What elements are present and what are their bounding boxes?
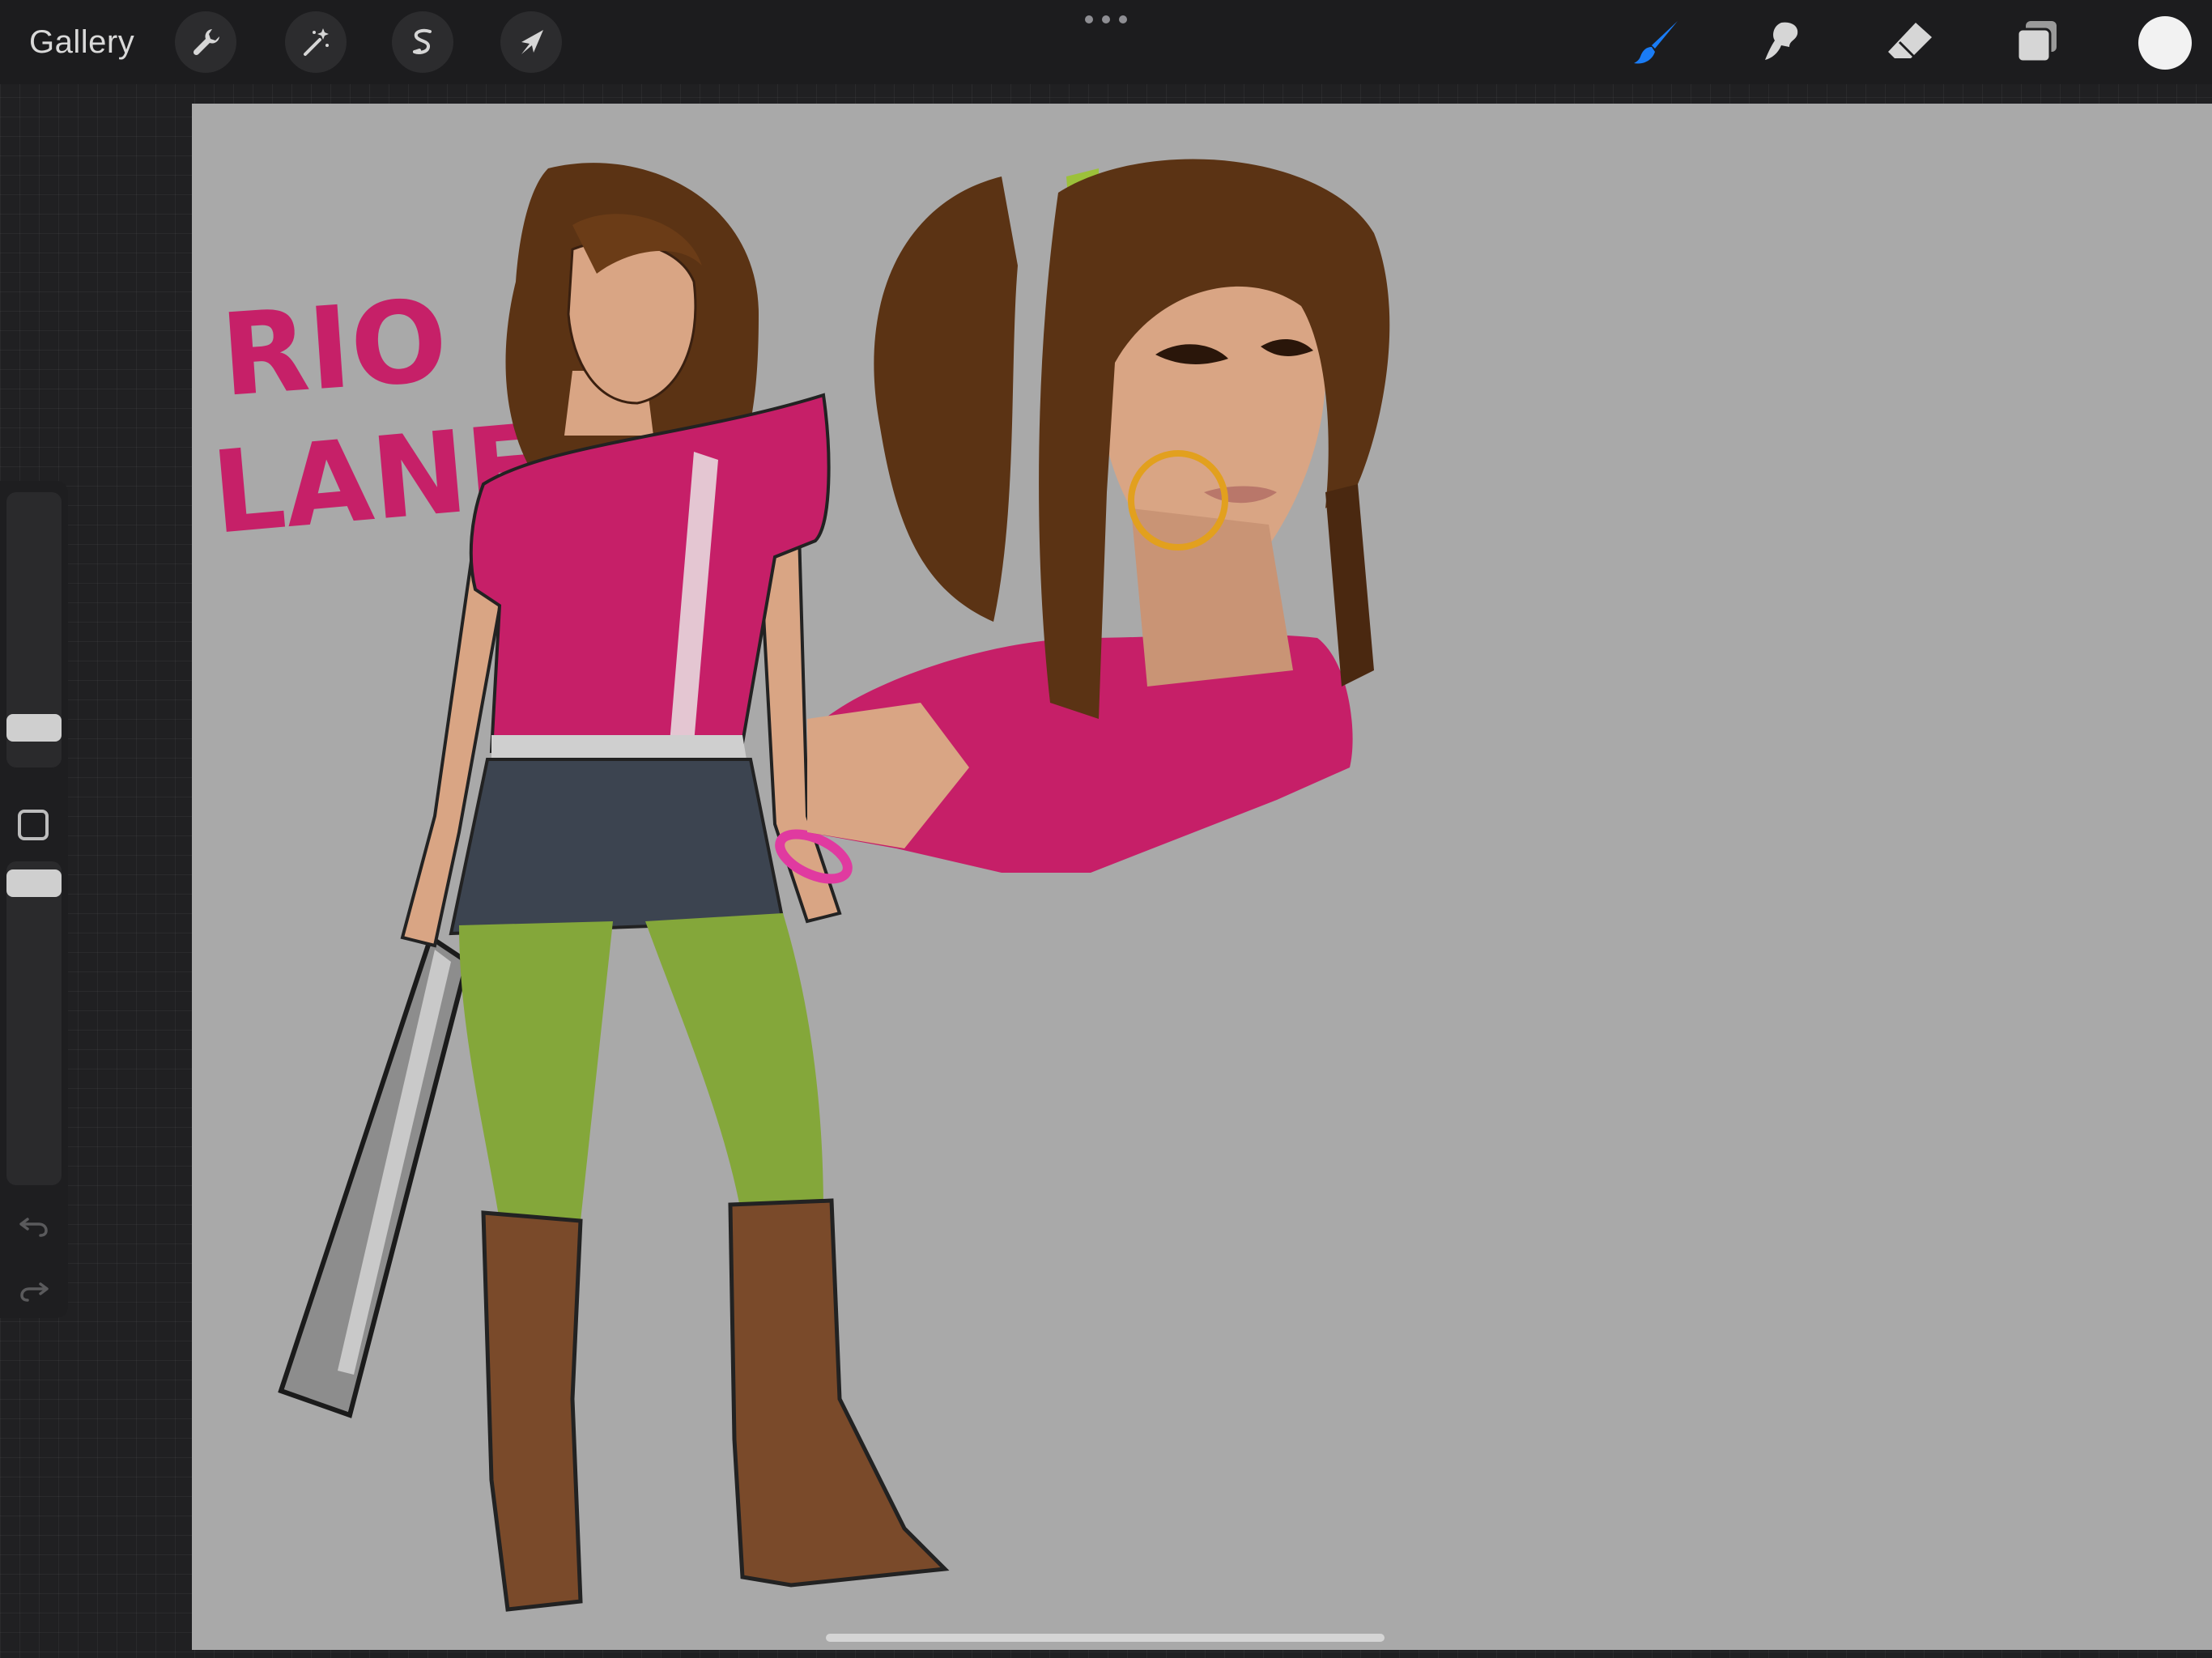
color-picker-button[interactable] [2138, 16, 2192, 70]
redo-icon [20, 1282, 49, 1302]
gallery-button[interactable]: Gallery [29, 18, 134, 66]
smudge-button[interactable] [1754, 13, 1812, 71]
left-boot [481, 1210, 583, 1612]
top-toolbar: Gallery [0, 0, 2212, 84]
wrench-icon [193, 29, 219, 56]
dot [1119, 15, 1127, 23]
left-sidebar [0, 481, 68, 1318]
brush-icon [1634, 21, 1678, 64]
actions-button[interactable] [175, 11, 236, 73]
undo-button[interactable] [15, 1205, 53, 1244]
ponytail [874, 176, 1018, 622]
magic-wand-icon [304, 28, 329, 56]
dot [1102, 15, 1110, 23]
layers-button[interactable] [2008, 13, 2066, 71]
brush-size-handle[interactable] [6, 714, 62, 742]
transform-button[interactable] [500, 11, 562, 73]
adjustments-button[interactable] [285, 11, 347, 73]
drawing-canvas[interactable]: RIO LANE [192, 104, 2212, 1650]
right-boot [728, 1198, 950, 1588]
eraser-icon [1888, 23, 1932, 58]
brush-opacity-slider[interactable] [6, 861, 62, 1185]
home-indicator[interactable] [826, 1634, 1385, 1642]
redo-button[interactable] [15, 1269, 53, 1308]
modify-button[interactable] [18, 810, 49, 840]
right-leg [645, 913, 823, 1221]
eraser-button[interactable] [1882, 13, 1940, 71]
more-dots-icon[interactable] [1085, 10, 1127, 29]
left-leg [459, 921, 613, 1221]
brush-opacity-handle[interactable] [6, 869, 62, 897]
lettering-rio: RIO [217, 275, 452, 423]
skirt [449, 758, 785, 936]
selection-button[interactable] [392, 11, 453, 73]
artwork: RIO LANE [207, 159, 1390, 1612]
dot [1085, 15, 1093, 23]
arrow-cursor-icon [521, 30, 543, 54]
layers-icon [2016, 21, 2057, 63]
smudge-icon [1765, 22, 1798, 60]
selection-s-icon [413, 28, 432, 54]
undo-icon [19, 1218, 48, 1237]
brush-button[interactable] [1627, 13, 1686, 71]
portrait-bust [807, 159, 1390, 873]
brush-size-slider[interactable] [6, 492, 62, 767]
